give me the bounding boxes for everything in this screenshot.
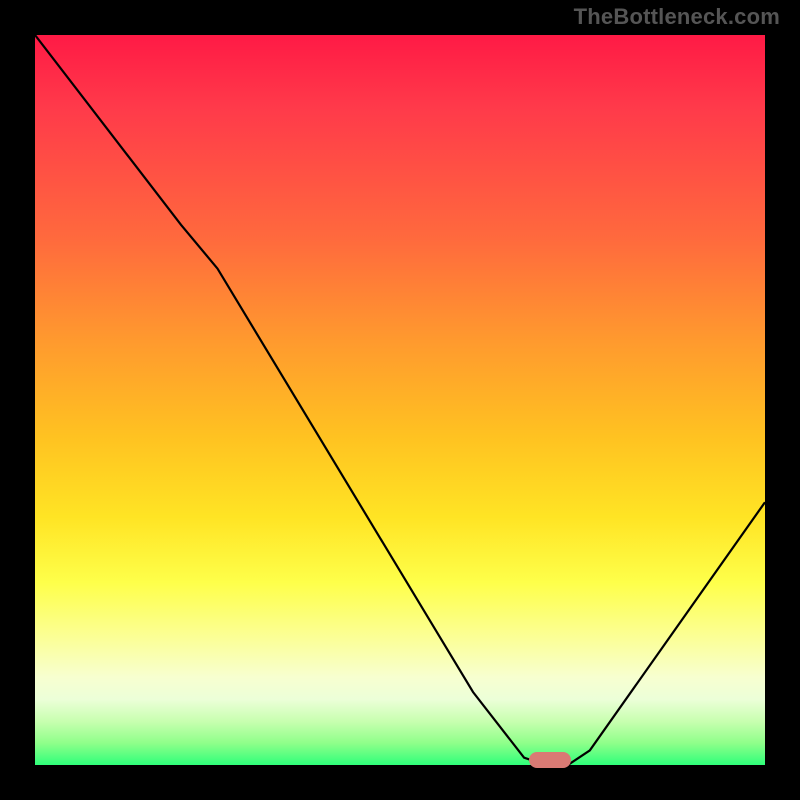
plot-area (35, 35, 765, 765)
watermark-text: TheBottleneck.com (574, 4, 780, 30)
chart-container: TheBottleneck.com (0, 0, 800, 800)
curve-path (35, 35, 765, 765)
line-curve (35, 35, 765, 765)
bottleneck-marker (529, 752, 571, 768)
